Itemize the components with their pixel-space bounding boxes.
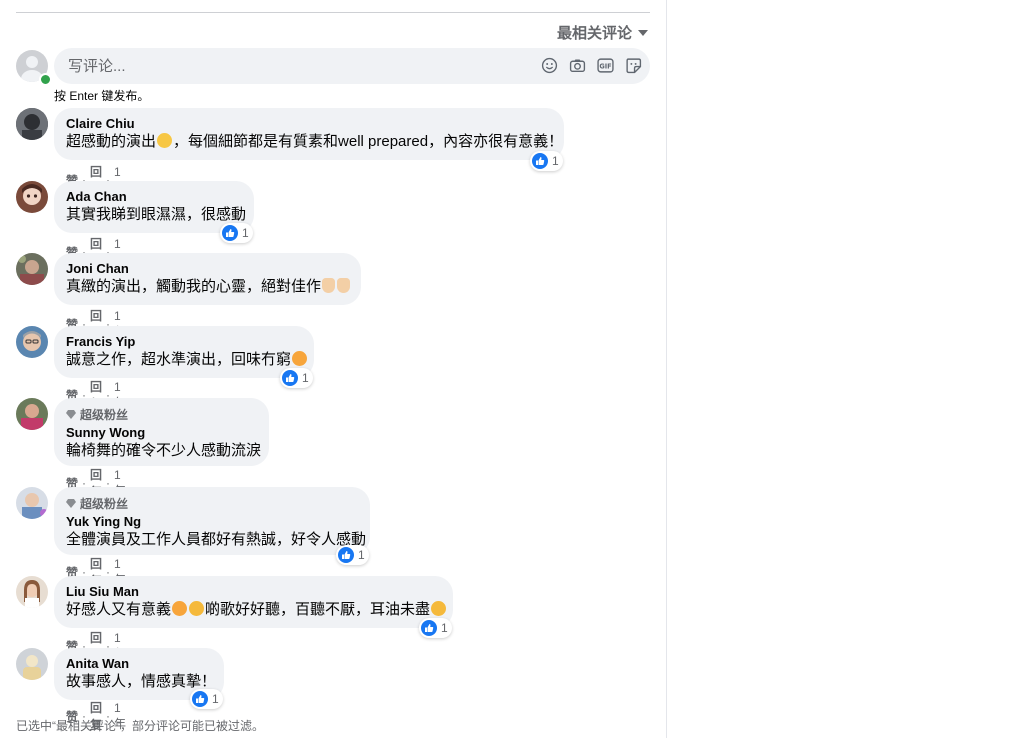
camera-icon[interactable]: [569, 57, 586, 74]
avatar[interactable]: [16, 326, 48, 358]
comment-bubble: Joni Chan 真緻的演出，觸動我的心靈，絕對佳作: [54, 253, 361, 305]
gif-icon[interactable]: GIF: [597, 57, 614, 74]
filter-note: 已选中“最相关评论”，部分评论可能已被过滤。: [16, 719, 264, 733]
comment-author[interactable]: Joni Chan: [66, 261, 349, 277]
comment-bubble: 超级粉丝 Yuk Ying Ng 全體演員及工作人員都好有熱誠，好令人感動: [54, 487, 370, 555]
comment-author[interactable]: Claire Chiu: [66, 116, 552, 132]
avatar[interactable]: [16, 253, 48, 285]
avatar[interactable]: [16, 398, 48, 430]
comment-text: 全體演員及工作人員都好有熱誠，好令人感動: [66, 531, 367, 548]
diamond-icon: [66, 499, 76, 508]
emoji-icon[interactable]: [541, 57, 558, 74]
svg-text:GIF: GIF: [599, 62, 611, 70]
smiling-face-emoji-icon: [431, 601, 447, 616]
comment-input[interactable]: [66, 56, 510, 76]
like-icon: [282, 370, 298, 386]
like-icon: [222, 225, 238, 241]
enter-hint: 按 Enter 键发布。: [54, 89, 150, 103]
avatar[interactable]: [16, 487, 48, 519]
comment-text: 好感人又有意義 啲歌好好聽，百聽不厭，耳油未盡: [66, 600, 447, 620]
diamond-icon: [66, 410, 76, 419]
comments-panel: 最相关评论 GIF 按 Enter 键发布。: [0, 0, 667, 738]
chevron-down-icon: [638, 29, 648, 36]
like-icon: [192, 691, 208, 707]
avatar[interactable]: [16, 648, 48, 680]
avatar[interactable]: [16, 108, 48, 140]
top-fan-badge: 超级粉丝: [66, 495, 358, 512]
divider: [16, 12, 650, 13]
comment-text: 真緻的演出，觸動我的心靈，絕對佳作: [66, 277, 351, 297]
comment-bubble: Francis Yip 誠意之作，超水準演出，回味冇窮: [54, 326, 314, 378]
comment-box[interactable]: GIF: [54, 48, 650, 84]
comment-text: 超感動的演出 ，每個細節都是有質素和well prepared，內容亦很有意義！: [66, 133, 564, 150]
comment-author[interactable]: Francis Yip: [66, 334, 302, 350]
like-icon: [421, 620, 437, 636]
top-fan-badge: 超级粉丝: [66, 406, 257, 423]
comment-text: 誠意之作，超水準演出，回味冇窮: [66, 350, 308, 370]
sort-dropdown[interactable]: 最相关评论: [557, 22, 648, 43]
smiling-hearts-emoji-icon: [172, 601, 188, 616]
comment-text: 其實我睇到眼濕濕，很感動: [66, 206, 247, 223]
pleading-face-emoji-icon: [189, 601, 205, 616]
reaction-count[interactable]: 1: [530, 151, 563, 171]
reaction-count[interactable]: 1: [336, 545, 369, 565]
comment-author[interactable]: Sunny Wong: [66, 425, 257, 441]
comment-author[interactable]: Ada Chan: [66, 189, 242, 205]
comment-author[interactable]: Anita Wan: [66, 656, 212, 672]
reaction-count[interactable]: 1: [280, 368, 313, 388]
comment-bubble: Liu Siu Man 好感人又有意義 啲歌好好聽，百聽不厭，耳油未盡: [54, 576, 453, 628]
reaction-count[interactable]: 1: [190, 689, 223, 709]
thumbs-up-emoji-icon: [322, 278, 336, 293]
sort-label: 最相关评论: [556, 25, 632, 42]
online-status-icon: [39, 73, 52, 86]
comment-author[interactable]: Yuk Ying Ng: [66, 514, 358, 530]
comment-text: 輪椅舞的確令不少人感動流淚: [66, 442, 262, 459]
composer-tools: GIF: [541, 57, 642, 74]
comment-bubble: Claire Chiu 超感動的演出 ，每個細節都是有質素和well prepar…: [54, 108, 564, 160]
thumbs-up-emoji-icon: [337, 278, 351, 293]
like-icon: [532, 153, 548, 169]
like-icon: [338, 547, 354, 563]
reaction-count[interactable]: 1: [419, 618, 452, 638]
reaction-count[interactable]: 1: [220, 223, 253, 243]
crying-emoji-icon: [157, 133, 173, 148]
smiling-hearts-emoji-icon: [292, 351, 308, 366]
avatar[interactable]: [16, 576, 48, 608]
avatar[interactable]: [16, 181, 48, 213]
comment-bubble: 超级粉丝 Sunny Wong 輪椅舞的確令不少人感動流淚: [54, 398, 269, 466]
comment-text: 故事感人，情感真摯！: [66, 673, 217, 690]
comment-author[interactable]: Liu Siu Man: [66, 584, 441, 600]
sticker-icon[interactable]: [625, 57, 642, 74]
